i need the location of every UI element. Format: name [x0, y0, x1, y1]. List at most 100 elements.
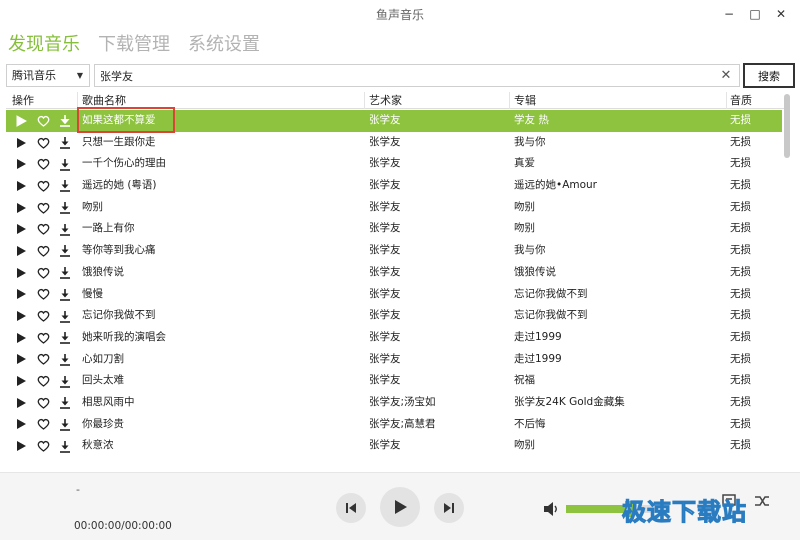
minimize-button[interactable]: −	[718, 4, 740, 24]
download-icon[interactable]	[56, 285, 74, 303]
download-icon[interactable]	[56, 242, 74, 260]
table-row[interactable]: 忘记你我做不到 张学友 忘记你我做不到 无损	[6, 305, 782, 327]
play-icon[interactable]	[12, 264, 30, 282]
close-button[interactable]: ✕	[770, 4, 792, 24]
heart-icon[interactable]	[34, 199, 52, 217]
row-actions	[12, 284, 74, 306]
quality-label: 无损	[730, 114, 751, 126]
maximize-button[interactable]: □	[744, 4, 766, 24]
column-divider[interactable]	[509, 92, 510, 109]
table-row[interactable]: 一千个伤心的理由 张学友 真爱 无损	[6, 153, 782, 175]
heart-icon[interactable]	[34, 415, 52, 433]
download-icon[interactable]	[56, 134, 74, 152]
download-icon[interactable]	[56, 264, 74, 282]
play-icon[interactable]	[12, 134, 30, 152]
table-row[interactable]: 回头太难 张学友 祝福 无损	[6, 370, 782, 392]
source-select[interactable]: 腾讯音乐 ▼	[6, 64, 90, 87]
tab-download-manager[interactable]: 下载管理	[98, 32, 170, 60]
download-icon[interactable]	[56, 350, 74, 368]
row-actions	[12, 305, 74, 327]
previous-icon	[346, 503, 356, 513]
download-icon[interactable]	[56, 177, 74, 195]
heart-icon[interactable]	[34, 134, 52, 152]
play-icon[interactable]	[12, 199, 30, 217]
play-icon[interactable]	[12, 350, 30, 368]
heart-icon[interactable]	[34, 220, 52, 238]
heart-icon[interactable]	[34, 177, 52, 195]
table-row[interactable]: 遥远的她 (粤语) 张学友 遥远的她•Amour 无损	[6, 175, 782, 197]
download-icon[interactable]	[56, 415, 74, 433]
download-icon[interactable]	[56, 437, 74, 455]
search-input[interactable]	[95, 65, 705, 86]
download-icon[interactable]	[56, 307, 74, 325]
heart-icon[interactable]	[34, 350, 52, 368]
heart-icon[interactable]	[34, 155, 52, 173]
previous-track-button[interactable]	[336, 493, 366, 523]
header-quality[interactable]: 音质	[730, 94, 752, 108]
song-name: 只想一生跟你走	[82, 135, 156, 148]
download-icon[interactable]	[56, 329, 74, 347]
album-name: 走过1999	[514, 352, 562, 365]
heart-icon[interactable]	[34, 285, 52, 303]
table-row[interactable]: 相思风雨中 张学友;汤宝如 张学友24K Gold金藏集 无损	[6, 392, 782, 414]
header-artist[interactable]: 艺术家	[369, 94, 402, 108]
play-icon[interactable]	[12, 394, 30, 412]
table-row[interactable]: 心如刀割 张学友 走过1999 无损	[6, 349, 782, 371]
play-icon[interactable]	[12, 155, 30, 173]
play-icon[interactable]	[12, 220, 30, 238]
download-icon[interactable]	[56, 199, 74, 217]
play-button[interactable]	[380, 487, 420, 527]
play-icon[interactable]	[12, 307, 30, 325]
table-row[interactable]: 如果这都不算爱 张学友 学友 热无损	[6, 107, 782, 133]
play-icon[interactable]	[12, 242, 30, 260]
next-track-button[interactable]	[434, 493, 464, 523]
play-icon[interactable]	[12, 177, 30, 195]
play-icon[interactable]	[12, 437, 30, 455]
row-actions	[12, 370, 74, 392]
table-row[interactable]: 饿狼传说 张学友 饿狼传说 无损	[6, 262, 782, 284]
table-row[interactable]: 你最珍贵 张学友;高慧君 不后悔 无损	[6, 414, 782, 436]
tab-system-settings[interactable]: 系统设置	[188, 32, 260, 60]
column-divider[interactable]	[364, 92, 365, 109]
artist-name: 张学友;汤宝如	[369, 395, 436, 408]
heart-icon[interactable]	[34, 112, 52, 130]
table-row[interactable]: 她来听我的演唱会 张学友 走过1999 无损	[6, 327, 782, 349]
table-row[interactable]: 秋意浓 张学友 吻别 无损	[6, 435, 782, 457]
download-icon[interactable]	[56, 155, 74, 173]
play-icon[interactable]	[12, 285, 30, 303]
download-icon[interactable]	[56, 394, 74, 412]
download-icon[interactable]	[56, 112, 74, 130]
heart-icon[interactable]	[34, 329, 52, 347]
table-row[interactable]: 等你等到我心痛 张学友 我与你 无损	[6, 240, 782, 262]
heart-icon[interactable]	[34, 437, 52, 455]
volume-icon[interactable]	[542, 501, 560, 517]
scroll-thumb[interactable]	[784, 94, 790, 158]
heart-icon[interactable]	[34, 242, 52, 260]
header-song[interactable]: 歌曲名称	[82, 94, 126, 108]
heart-icon[interactable]	[34, 372, 52, 390]
table-body: 如果这都不算爱 张学友 学友 热无损 只想一生跟你走 张学友 我与你 无损 一千个伤心的理由张…	[6, 107, 782, 457]
play-icon[interactable]	[12, 329, 30, 347]
header-album[interactable]: 专辑	[514, 94, 536, 108]
table-row[interactable]: 一路上有你 张学友 吻别 无损	[6, 218, 782, 240]
column-divider[interactable]	[726, 92, 727, 109]
heart-icon[interactable]	[34, 264, 52, 282]
table-row[interactable]: 慢慢 张学友 忘记你我做不到 无损	[6, 284, 782, 306]
play-icon[interactable]	[12, 415, 30, 433]
tab-discover-music[interactable]: 发现音乐	[8, 32, 80, 60]
artist-name: 张学友	[369, 439, 401, 452]
quality-label: 无损	[730, 330, 751, 343]
play-icon[interactable]	[12, 112, 30, 130]
heart-icon[interactable]	[34, 307, 52, 325]
song-name: 饿狼传说	[82, 265, 124, 278]
table-row[interactable]: 吻别 张学友 吻别 无损	[6, 197, 782, 219]
table-row[interactable]: 只想一生跟你走 张学友 我与你 无损	[6, 132, 782, 154]
download-icon[interactable]	[56, 220, 74, 238]
search-button[interactable]: 搜索	[743, 63, 795, 88]
header-ops: 操作	[12, 94, 34, 107]
vertical-scrollbar[interactable]	[782, 92, 792, 460]
download-icon[interactable]	[56, 372, 74, 390]
heart-icon[interactable]	[34, 394, 52, 412]
play-icon[interactable]	[12, 372, 30, 390]
clear-icon[interactable]: ✕	[717, 66, 735, 85]
